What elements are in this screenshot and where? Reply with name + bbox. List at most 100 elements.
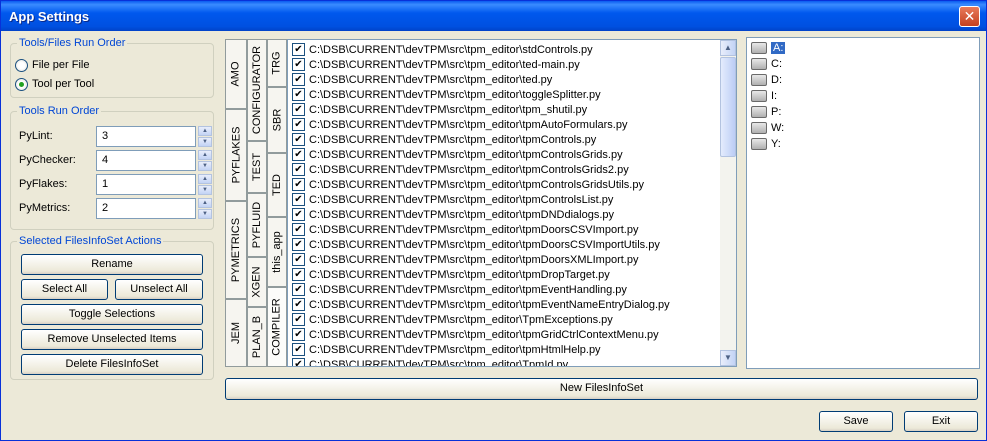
checkbox[interactable]: ✔: [292, 103, 305, 116]
exit-button[interactable]: Exit: [904, 411, 978, 432]
tab-this-app[interactable]: this_app: [267, 217, 287, 287]
pyflakes-input[interactable]: 1: [96, 174, 196, 195]
list-item[interactable]: ✔ C:\DSB\CURRENT\devTPM\src\tpm_editor\tp…: [292, 252, 638, 267]
scroll-up-icon[interactable]: ▲: [720, 40, 736, 56]
spin-up-icon[interactable]: ▲: [198, 174, 212, 184]
checkbox[interactable]: ✔: [292, 88, 305, 101]
files-checklist[interactable]: ✔ C:\DSB\CURRENT\devTPM\src\tpm_editor\st…: [287, 39, 737, 367]
tab-compiler[interactable]: COMPILER: [267, 287, 287, 367]
radio-tool-per-tool[interactable]: Tool per Tool: [15, 76, 94, 92]
radio-file-per-file[interactable]: File per File: [15, 57, 89, 73]
spin-up-icon[interactable]: ▲: [198, 198, 212, 208]
files-scrollbar[interactable]: ▲ ▼: [720, 40, 736, 366]
list-item[interactable]: ✔ C:\DSB\CURRENT\devTPM\src\tpm_editor\tp…: [292, 192, 613, 207]
delete-filesinfoset-button[interactable]: Delete FilesInfoSet: [21, 354, 203, 375]
list-item[interactable]: ✔ C:\DSB\CURRENT\devTPM\src\tpm_editor\tp…: [292, 222, 638, 237]
rename-button[interactable]: Rename: [21, 254, 203, 275]
checkbox[interactable]: ✔: [292, 283, 305, 296]
checkbox[interactable]: ✔: [292, 298, 305, 311]
checkbox[interactable]: ✔: [292, 208, 305, 221]
list-item[interactable]: ✔ C:\DSB\CURRENT\devTPM\src\tpm_editor\tp…: [292, 147, 623, 162]
checkbox[interactable]: ✔: [292, 358, 305, 366]
tab-jem[interactable]: JEM: [225, 299, 247, 367]
checkbox[interactable]: ✔: [292, 118, 305, 131]
toggle-selections-button[interactable]: Toggle Selections: [21, 304, 203, 325]
tab-pyfluid[interactable]: PYFLUID: [247, 193, 267, 257]
tab-amo[interactable]: AMO: [225, 39, 247, 109]
list-item[interactable]: ✔ C:\DSB\CURRENT\devTPM\src\tpm_editor\tp…: [292, 282, 627, 297]
unselect-all-button[interactable]: Unselect All: [115, 279, 203, 300]
pylint-input[interactable]: 3: [96, 126, 196, 147]
checkbox[interactable]: ✔: [292, 238, 305, 251]
list-item[interactable]: ✔ C:\DSB\CURRENT\devTPM\src\tpm_editor\tp…: [292, 297, 670, 312]
list-item[interactable]: ✔ C:\DSB\CURRENT\devTPM\src\tpm_editor\tp…: [292, 132, 596, 147]
list-item[interactable]: ✔ C:\DSB\CURRENT\devTPM\src\tpm_editor\Tp…: [292, 312, 613, 327]
checkbox[interactable]: ✔: [292, 313, 305, 326]
checkbox[interactable]: ✔: [292, 148, 305, 161]
tab-pymetrics[interactable]: PYMETRICS: [225, 201, 247, 299]
tab-configurator[interactable]: CONFIGURATOR: [247, 39, 267, 141]
list-item[interactable]: ✔ C:\DSB\CURRENT\devTPM\src\tpm_editor\tp…: [292, 117, 627, 132]
pymetrics-spinner[interactable]: ▲ ▼: [198, 198, 212, 219]
drive-item[interactable]: W:: [751, 120, 784, 136]
tab-plan-b[interactable]: PLAN_B: [247, 307, 267, 367]
list-item[interactable]: ✔ C:\DSB\CURRENT\devTPM\src\tpm_editor\Tp…: [292, 357, 568, 366]
checkbox[interactable]: ✔: [292, 163, 305, 176]
list-item[interactable]: ✔ C:\DSB\CURRENT\devTPM\src\tpm_editor\tp…: [292, 327, 659, 342]
select-all-button[interactable]: Select All: [21, 279, 108, 300]
checkbox[interactable]: ✔: [292, 253, 305, 266]
pyflakes-spinner[interactable]: ▲ ▼: [198, 174, 212, 195]
pychecker-input[interactable]: 4: [96, 150, 196, 171]
list-item[interactable]: ✔ C:\DSB\CURRENT\devTPM\src\tpm_editor\st…: [292, 42, 593, 57]
list-item[interactable]: ✔ C:\DSB\CURRENT\devTPM\src\tpm_editor\to…: [292, 87, 601, 102]
checkbox[interactable]: ✔: [292, 73, 305, 86]
spin-up-icon[interactable]: ▲: [198, 150, 212, 160]
checkbox[interactable]: ✔: [292, 223, 305, 236]
remove-unselected-button[interactable]: Remove Unselected Items: [21, 329, 203, 350]
list-item[interactable]: ✔ C:\DSB\CURRENT\devTPM\src\tpm_editor\tp…: [292, 102, 587, 117]
list-item[interactable]: ✔ C:\DSB\CURRENT\devTPM\src\tpm_editor\tp…: [292, 267, 610, 282]
drive-item[interactable]: P:: [751, 104, 781, 120]
pychecker-spinner[interactable]: ▲ ▼: [198, 150, 212, 171]
list-item[interactable]: ✔ C:\DSB\CURRENT\devTPM\src\tpm_editor\tp…: [292, 207, 614, 222]
save-button[interactable]: Save: [819, 411, 893, 432]
checkbox[interactable]: ✔: [292, 178, 305, 191]
list-item[interactable]: ✔ C:\DSB\CURRENT\devTPM\src\tpm_editor\te…: [292, 72, 552, 87]
radio-button[interactable]: [15, 77, 28, 91]
checkbox[interactable]: ✔: [292, 43, 305, 56]
scroll-thumb[interactable]: [720, 57, 736, 157]
list-item[interactable]: ✔ C:\DSB\CURRENT\devTPM\src\tpm_editor\te…: [292, 57, 580, 72]
pylint-spinner[interactable]: ▲ ▼: [198, 126, 212, 147]
tab-sbr[interactable]: SBR: [267, 87, 287, 153]
spin-down-icon[interactable]: ▼: [198, 185, 212, 195]
drive-item[interactable]: C:: [751, 56, 782, 72]
spin-down-icon[interactable]: ▼: [198, 209, 212, 219]
drive-item[interactable]: Y:: [751, 136, 781, 152]
checkbox[interactable]: ✔: [292, 193, 305, 206]
checkbox[interactable]: ✔: [292, 133, 305, 146]
tab-xgen[interactable]: XGEN: [247, 257, 267, 307]
radio-button[interactable]: [15, 58, 28, 72]
pymetrics-input[interactable]: 2: [96, 198, 196, 219]
checkbox[interactable]: ✔: [292, 328, 305, 341]
list-item[interactable]: ✔ C:\DSB\CURRENT\devTPM\src\tpm_editor\tp…: [292, 177, 644, 192]
scroll-down-icon[interactable]: ▼: [720, 350, 736, 366]
close-button[interactable]: ✕: [959, 6, 980, 27]
list-item[interactable]: ✔ C:\DSB\CURRENT\devTPM\src\tpm_editor\tp…: [292, 162, 629, 177]
tab-trg[interactable]: TRG: [267, 39, 287, 87]
checkbox[interactable]: ✔: [292, 268, 305, 281]
tab-ted[interactable]: TED: [267, 153, 287, 217]
spin-down-icon[interactable]: ▼: [198, 161, 212, 171]
spin-down-icon[interactable]: ▼: [198, 137, 212, 147]
tab-pyflakes[interactable]: PYFLAKES: [225, 109, 247, 201]
spin-up-icon[interactable]: ▲: [198, 126, 212, 136]
new-filesinfoset-button[interactable]: New FilesInfoSet: [225, 378, 978, 400]
drives-list[interactable]: A: C: D: I: P: W: Y:: [746, 37, 980, 369]
drive-item[interactable]: D:: [751, 72, 782, 88]
drive-item[interactable]: I:: [751, 88, 777, 104]
checkbox[interactable]: ✔: [292, 343, 305, 356]
list-item[interactable]: ✔ C:\DSB\CURRENT\devTPM\src\tpm_editor\tp…: [292, 342, 601, 357]
title-bar[interactable]: App Settings ✕: [1, 1, 986, 31]
list-item[interactable]: ✔ C:\DSB\CURRENT\devTPM\src\tpm_editor\tp…: [292, 237, 660, 252]
drive-item[interactable]: A:: [751, 40, 786, 56]
